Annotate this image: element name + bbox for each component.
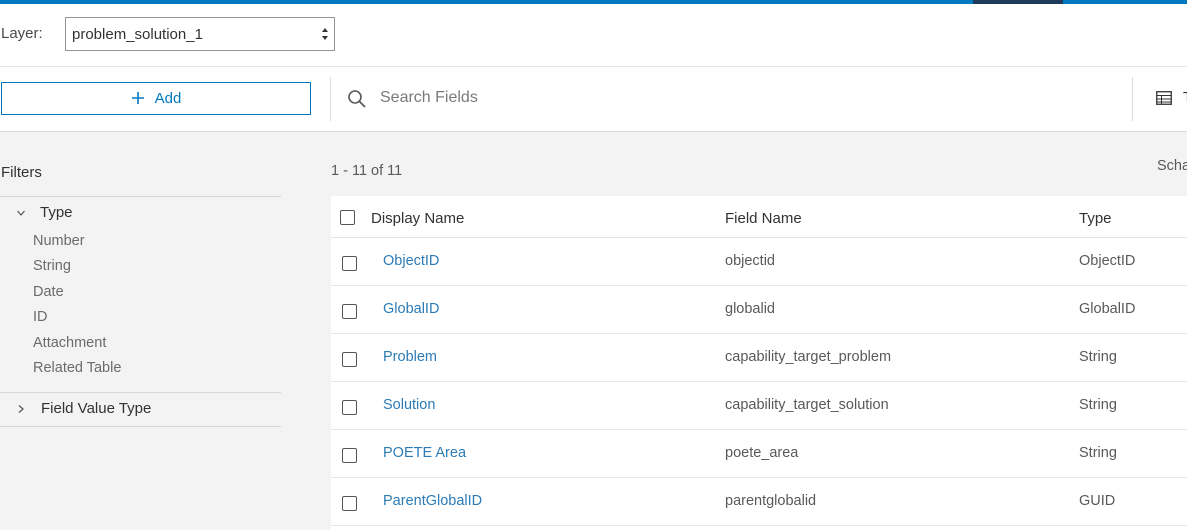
schema-link[interactable]: Scha xyxy=(1157,158,1187,174)
layer-selector-row: Layer: problem_solution_1 xyxy=(0,4,1187,67)
field-name-cell: capability_target_solution xyxy=(725,397,889,413)
table-icon[interactable] xyxy=(1156,91,1172,105)
filter-group-type-title[interactable]: Type xyxy=(40,204,73,221)
filter-item-related-table[interactable]: Related Table xyxy=(33,360,121,376)
toolbar-divider xyxy=(330,77,331,121)
display-name-link[interactable]: ParentGlobalID xyxy=(383,493,482,509)
type-cell: GlobalID xyxy=(1079,301,1136,317)
field-name-cell: poete_area xyxy=(725,445,799,461)
display-name-link[interactable]: GlobalID xyxy=(383,301,439,317)
column-header-type[interactable]: Type xyxy=(1079,210,1112,227)
display-name-link[interactable]: Problem xyxy=(383,349,437,365)
fields-toolbar: Add T xyxy=(0,67,1187,132)
filters-divider xyxy=(0,196,281,197)
add-field-button-label: Add xyxy=(154,90,182,107)
row-checkbox[interactable] xyxy=(342,448,357,463)
select-all-checkbox[interactable] xyxy=(340,210,355,225)
table-row: GlobalID globalid GlobalID xyxy=(331,286,1187,334)
table-row: POETE Area poete_area String xyxy=(331,430,1187,478)
toolbar-divider-right xyxy=(1132,77,1133,121)
table-row: Solution capability_target_solution Stri… xyxy=(331,382,1187,430)
type-cell: ObjectID xyxy=(1079,253,1136,269)
table-row: ObjectID objectid ObjectID xyxy=(331,238,1187,286)
filter-group-field-value-type-title[interactable]: Field Value Type xyxy=(41,400,151,417)
field-name-cell: parentglobalid xyxy=(725,493,817,509)
type-cell: String xyxy=(1079,349,1117,365)
field-name-cell: capability_target_problem xyxy=(725,349,892,365)
filter-item-string[interactable]: String xyxy=(33,258,71,274)
type-cell: String xyxy=(1079,445,1117,461)
column-header-field-name[interactable]: Field Name xyxy=(725,210,802,227)
filter-item-id[interactable]: ID xyxy=(33,309,48,325)
filters-divider xyxy=(0,392,281,393)
display-name-link[interactable]: POETE Area xyxy=(383,445,466,461)
search-icon xyxy=(348,90,366,108)
plus-icon xyxy=(131,92,144,104)
search-fields-input[interactable] xyxy=(380,85,1080,111)
layer-select-value: problem_solution_1 xyxy=(72,26,203,43)
display-name-link[interactable]: Solution xyxy=(383,397,435,413)
filters-title: Filters xyxy=(1,164,42,181)
filter-item-number[interactable]: Number xyxy=(33,233,85,249)
layer-select[interactable]: problem_solution_1 xyxy=(65,17,335,51)
type-cell: GUID xyxy=(1079,493,1116,509)
table-row: ParentGlobalID parentglobalid GUID xyxy=(331,478,1187,526)
column-header-display-name[interactable]: Display Name xyxy=(371,210,464,227)
row-checkbox[interactable] xyxy=(342,352,357,367)
row-checkbox[interactable] xyxy=(342,400,357,415)
filters-divider xyxy=(0,426,281,427)
fields-table: Display Name Field Name Type ObjectID ob… xyxy=(331,196,1187,530)
table-header: Display Name Field Name Type xyxy=(331,196,1187,238)
select-arrows-icon xyxy=(322,28,328,40)
chevron-right-icon[interactable] xyxy=(16,404,26,414)
result-count: 1 - 11 of 11 xyxy=(331,163,403,179)
chevron-down-icon[interactable] xyxy=(16,208,26,218)
add-field-button[interactable]: Add xyxy=(1,82,311,115)
field-name-cell: objectid xyxy=(725,253,775,269)
table-button-label[interactable]: T xyxy=(1183,89,1187,106)
display-name-link[interactable]: ObjectID xyxy=(383,253,439,269)
row-checkbox[interactable] xyxy=(342,256,357,271)
filter-item-date[interactable]: Date xyxy=(33,284,64,300)
type-cell: String xyxy=(1079,397,1117,413)
layer-label: Layer: xyxy=(1,25,43,42)
row-checkbox[interactable] xyxy=(342,496,357,511)
row-checkbox[interactable] xyxy=(342,304,357,319)
table-row: Problem capability_target_problem String xyxy=(331,334,1187,382)
filter-item-attachment[interactable]: Attachment xyxy=(33,335,106,351)
field-name-cell: globalid xyxy=(725,301,775,317)
